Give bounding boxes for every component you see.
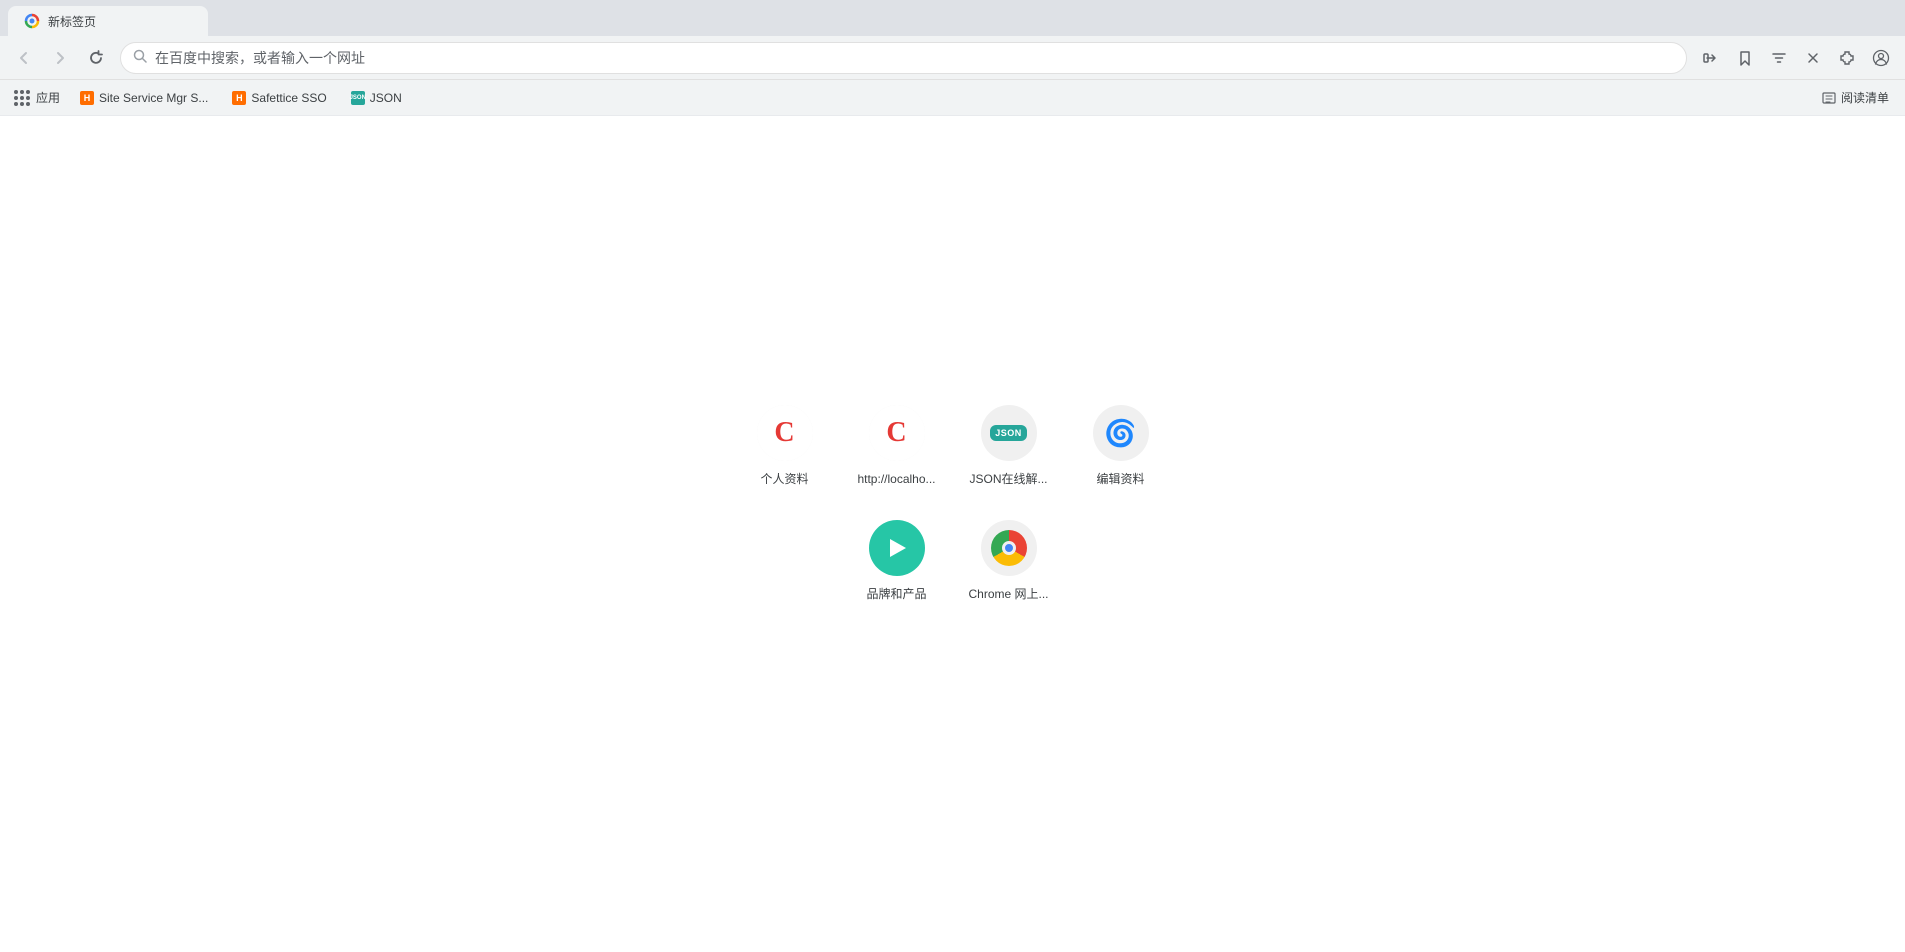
bookmark-site-service[interactable]: H Site Service Mgr S... bbox=[70, 85, 218, 111]
reload-button[interactable] bbox=[80, 42, 112, 74]
chrome-web-label: Chrome 网上... bbox=[968, 586, 1048, 603]
json-online-icon: JSON bbox=[990, 425, 1027, 441]
browser-frame: 新标签页 bbox=[0, 0, 1905, 116]
profile-button[interactable] bbox=[1865, 42, 1897, 74]
shortcut-brand[interactable]: 品牌和产品 bbox=[849, 512, 945, 611]
apps-label: 应用 bbox=[36, 89, 60, 106]
json-favicon: JSON bbox=[351, 91, 365, 105]
address-bar[interactable] bbox=[120, 42, 1687, 74]
bookmark-json[interactable]: JSON JSON bbox=[341, 85, 412, 111]
localhost-icon: C bbox=[869, 405, 925, 461]
brand-icon-container bbox=[869, 520, 925, 576]
share-button[interactable] bbox=[1695, 42, 1727, 74]
brand-label: 品牌和产品 bbox=[866, 586, 926, 603]
forward-button[interactable] bbox=[44, 42, 76, 74]
site-service-label: Site Service Mgr S... bbox=[99, 91, 208, 105]
profile-icon: C bbox=[757, 405, 813, 461]
shortcut-localhost[interactable]: C http://localho... bbox=[849, 397, 945, 496]
chrome-web-icon bbox=[991, 530, 1027, 566]
tab-favicon bbox=[24, 13, 40, 29]
json-online-label: JSON在线解... bbox=[969, 471, 1047, 488]
shortcuts-row-1: C 个人资料 C http://localho... JSON JSON在线解.… bbox=[737, 397, 1169, 496]
active-tab[interactable]: 新标签页 bbox=[8, 6, 208, 36]
bookmarks-bar: 应用 H Site Service Mgr S... H Safettice S… bbox=[0, 80, 1905, 116]
back-button[interactable] bbox=[8, 42, 40, 74]
play-icon bbox=[890, 539, 906, 557]
extensions-button[interactable] bbox=[1831, 42, 1863, 74]
safettice-label: Safettice SSO bbox=[251, 91, 326, 105]
localhost-label: http://localho... bbox=[857, 471, 935, 488]
profile-icon-container: C bbox=[757, 405, 813, 461]
shortcuts-container: C 个人资料 C http://localho... JSON JSON在线解.… bbox=[737, 397, 1169, 611]
weibo-label: 编辑资料 bbox=[1096, 471, 1144, 488]
reader-icon bbox=[1821, 90, 1837, 106]
json-label: JSON bbox=[370, 91, 402, 105]
shortcut-profile[interactable]: C 个人资料 bbox=[737, 397, 833, 496]
search-icon bbox=[133, 49, 147, 66]
chrome-web-icon-container bbox=[981, 520, 1037, 576]
tab-bar: 新标签页 bbox=[0, 0, 1905, 36]
apps-menu-button[interactable]: 应用 bbox=[8, 85, 66, 111]
toolbar bbox=[0, 36, 1905, 80]
filter-button[interactable] bbox=[1763, 42, 1795, 74]
json-online-icon-container: JSON bbox=[981, 405, 1037, 461]
apps-grid-icon bbox=[14, 90, 30, 106]
profile-label: 个人资料 bbox=[760, 471, 808, 488]
shortcut-json-online[interactable]: JSON JSON在线解... bbox=[961, 397, 1057, 496]
weibo-icon: 🌀 bbox=[1104, 418, 1136, 449]
bookmark-safettice[interactable]: H Safettice SSO bbox=[222, 85, 336, 111]
localhost-icon-container: C bbox=[869, 405, 925, 461]
weibo-icon-container: 🌀 bbox=[1093, 405, 1149, 461]
shortcut-chrome-web[interactable]: Chrome 网上... bbox=[961, 512, 1057, 611]
shortcut-weibo[interactable]: 🌀 编辑资料 bbox=[1073, 397, 1169, 496]
reader-mode-label: 阅读清单 bbox=[1841, 89, 1889, 106]
tab-title: 新标签页 bbox=[48, 13, 96, 30]
reader-mode-button[interactable]: 阅读清单 bbox=[1813, 85, 1897, 111]
safettice-favicon: H bbox=[232, 91, 246, 105]
address-input[interactable] bbox=[155, 50, 1674, 66]
toolbar-actions bbox=[1695, 42, 1897, 74]
site-service-favicon: H bbox=[80, 91, 94, 105]
shortcuts-row-2: 品牌和产品 Chrome 网上... bbox=[849, 512, 1057, 611]
new-tab-page: C 个人资料 C http://localho... JSON JSON在线解.… bbox=[0, 116, 1905, 952]
bookmark-button[interactable] bbox=[1729, 42, 1761, 74]
close-x-button[interactable] bbox=[1797, 42, 1829, 74]
